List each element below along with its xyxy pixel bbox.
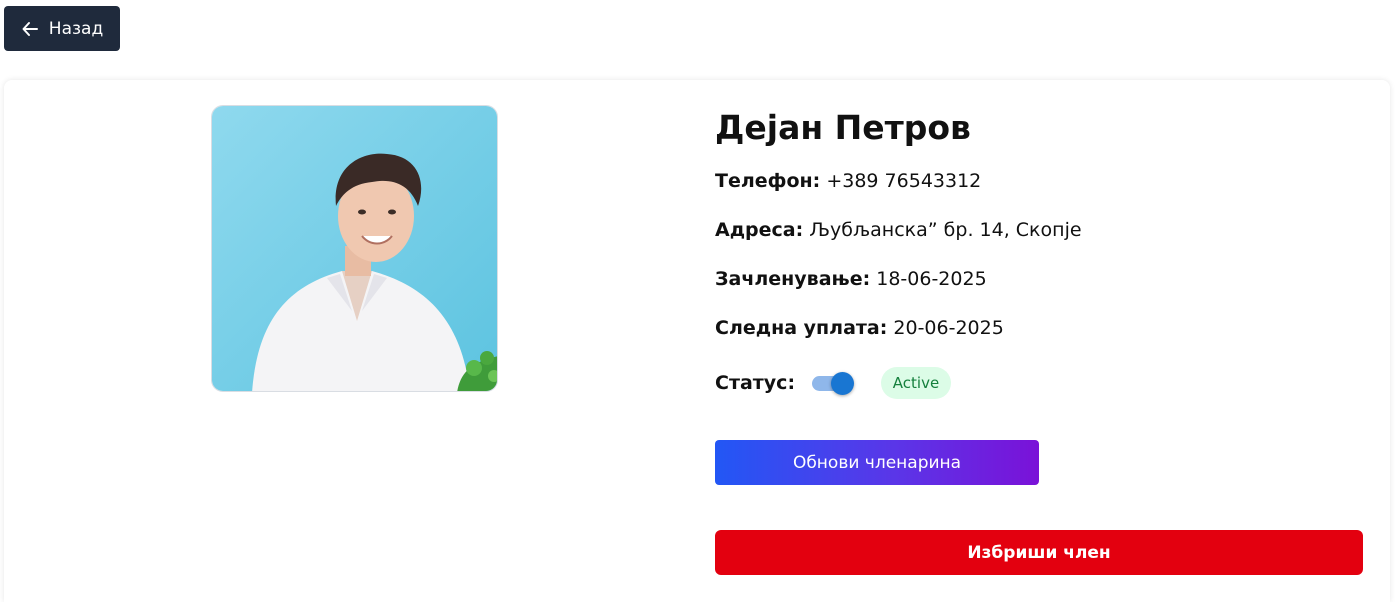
phone-label: Телефон: [715, 170, 821, 192]
address-label: Адреса: [715, 219, 804, 241]
status-toggle[interactable] [812, 370, 858, 396]
renew-membership-button[interactable]: Обнови членарина [715, 440, 1039, 485]
next-payment-row: Следна уплата: 20-06-2025 [715, 317, 1004, 339]
status-badge: Active [881, 367, 951, 399]
phone-value: +389 76543312 [826, 170, 982, 192]
address-row: Адреса: Љубљанска” бр. 14, Скопје [715, 219, 1082, 241]
arrow-left-icon [21, 20, 39, 38]
phone-row: Телефон: +389 76543312 [715, 170, 981, 192]
address-value: Љубљанска” бр. 14, Скопје [809, 219, 1082, 241]
next-payment-label: Следна уплата: [715, 317, 888, 339]
joined-value: 18-06-2025 [876, 268, 987, 290]
status-label: Статус: [715, 372, 796, 394]
joined-row: Зачленување: 18-06-2025 [715, 268, 987, 290]
member-photo [211, 105, 498, 392]
back-button-label: Назад [48, 18, 104, 39]
joined-label: Зачленување: [715, 268, 871, 290]
member-card: Дејан Петров Телефон: +389 76543312 Адре… [4, 80, 1390, 602]
member-name: Дејан Петров [715, 108, 971, 147]
next-payment-value: 20-06-2025 [893, 317, 1004, 339]
back-button[interactable]: Назад [4, 6, 120, 51]
delete-member-button[interactable]: Избриши член [715, 530, 1363, 575]
status-toggle-thumb [831, 372, 854, 395]
